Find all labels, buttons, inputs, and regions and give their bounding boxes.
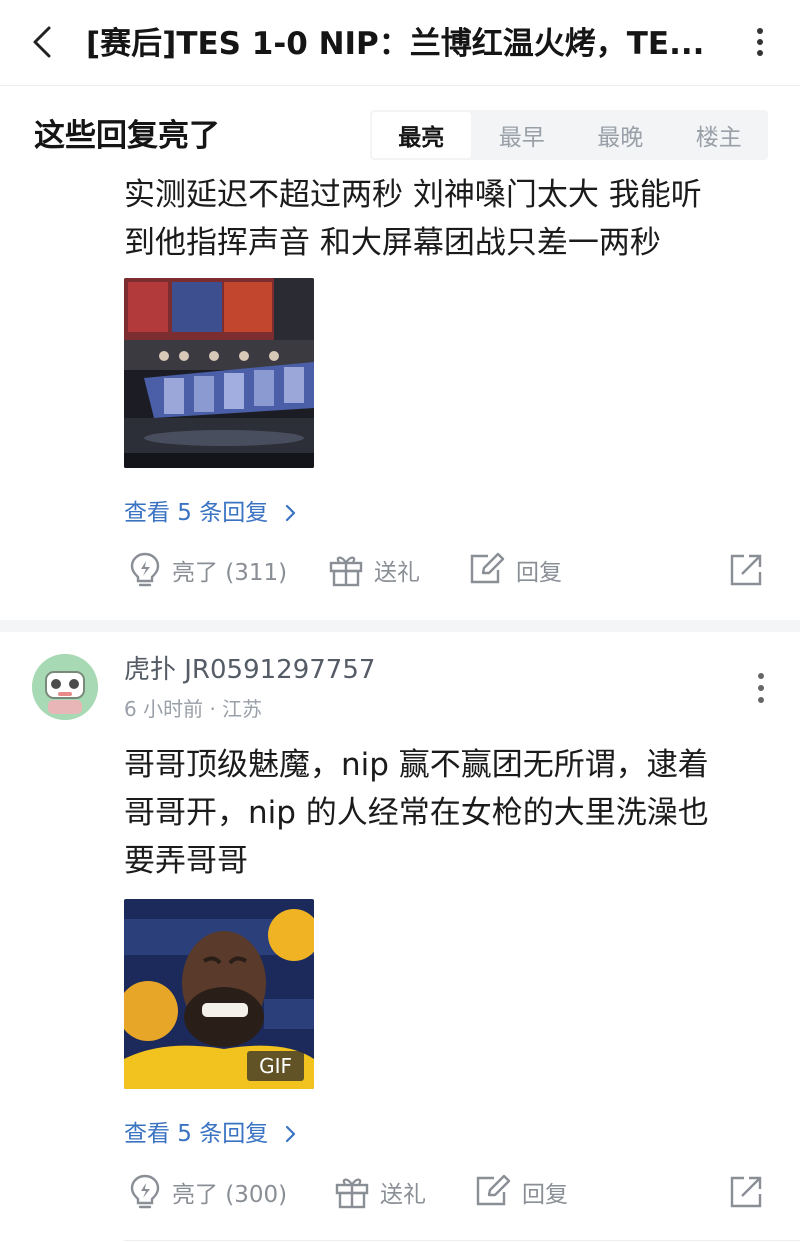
gift-icon (329, 556, 363, 587)
view-replies-label: 查看 5 条回复 (124, 500, 269, 526)
tab-earliest[interactable]: 最早 (473, 110, 572, 160)
edit-reply-icon (476, 1174, 511, 1206)
avatar[interactable] (32, 654, 98, 720)
view-replies-link[interactable]: 查看 5 条回复 (124, 493, 296, 527)
row-separator (124, 1240, 800, 1241)
more-vertical-icon (757, 28, 763, 56)
tab-latest[interactable]: 最晚 (571, 110, 670, 160)
reply-label: 回复 (522, 1182, 568, 1208)
more-vertical-icon (758, 673, 764, 703)
share-icon (730, 1176, 762, 1208)
like-count: 亮了 (311) (172, 560, 288, 586)
comment-line: 哥哥顶级魅魔，nip 赢不赢团无所谓，逮着 (124, 747, 709, 783)
edit-reply-icon (470, 552, 505, 584)
like-button[interactable]: 亮了 (300) (128, 1170, 287, 1214)
comment-actions: 亮了 (311) 送礼 回复 (124, 548, 774, 592)
gift-label: 送礼 (380, 1182, 426, 1208)
stage-photo (124, 278, 314, 468)
username[interactable]: 虎扑 JR0591297757 (124, 652, 375, 688)
comment-more-button[interactable] (746, 668, 776, 708)
lightbulb-icon (130, 552, 160, 587)
comment-line: 到他指挥声音 和大屏幕团战只差一两秒 (124, 225, 661, 261)
comment-line: 要弄哥哥 (124, 843, 248, 879)
gif-badge: GIF (247, 1051, 304, 1081)
comment-image[interactable] (124, 278, 314, 468)
gift-label: 送礼 (374, 560, 420, 586)
comment-line: 哥哥开，nip 的人经常在女枪的大里洗澡也 (124, 795, 709, 831)
top-nav-bar: [赛后]TES 1-0 NIP：兰博红温火烤，TE... (0, 0, 800, 86)
tab-brightest[interactable]: 最亮 (372, 112, 471, 158)
comment-divider (0, 620, 800, 632)
sort-tabs: 最亮 最早 最晚 楼主 (370, 110, 768, 160)
gift-icon (335, 1178, 369, 1209)
share-icon (730, 554, 762, 586)
chevron-left-icon (33, 26, 51, 58)
section-title: 这些回复亮了 (34, 118, 220, 154)
gift-button[interactable]: 送礼 (334, 1170, 426, 1214)
avatar-image (32, 654, 98, 720)
like-button[interactable]: 亮了 (311) (128, 548, 287, 592)
share-button[interactable] (728, 548, 774, 592)
reply-button[interactable]: 回复 (468, 548, 562, 592)
back-button[interactable] (22, 18, 62, 66)
gift-button[interactable]: 送礼 (328, 548, 420, 592)
reply-button[interactable]: 回复 (474, 1170, 568, 1214)
reply-label: 回复 (516, 560, 562, 586)
comment-body: 哥哥顶级魅魔，nip 赢不赢团无所谓，逮着 哥哥开，nip 的人经常在女枪的大里… (124, 741, 754, 885)
comment-body: 实测延迟不超过两秒 刘神嗓门太大 我能听 到他指挥声音 和大屏幕团战只差一两秒 (124, 176, 754, 268)
like-count: 亮了 (300) (172, 1182, 288, 1208)
chevron-right-icon (285, 1125, 295, 1143)
comment-meta: 6 小时前 · 江苏 (124, 697, 263, 721)
more-options-button[interactable] (742, 18, 778, 66)
comment-gif[interactable]: GIF (124, 899, 314, 1089)
tab-op[interactable]: 楼主 (670, 110, 769, 160)
chevron-right-icon (285, 504, 295, 522)
comment-actions: 亮了 (300) 送礼 回复 (124, 1170, 774, 1214)
page-title: [赛后]TES 1-0 NIP：兰博红温火烤，TE... (86, 26, 705, 62)
lightbulb-icon (130, 1174, 160, 1209)
comment-line: 实测延迟不超过两秒 刘神嗓门太大 我能听 (124, 177, 702, 213)
share-button[interactable] (728, 1170, 774, 1214)
view-replies-link[interactable]: 查看 5 条回复 (124, 1114, 296, 1148)
view-replies-label: 查看 5 条回复 (124, 1121, 269, 1147)
